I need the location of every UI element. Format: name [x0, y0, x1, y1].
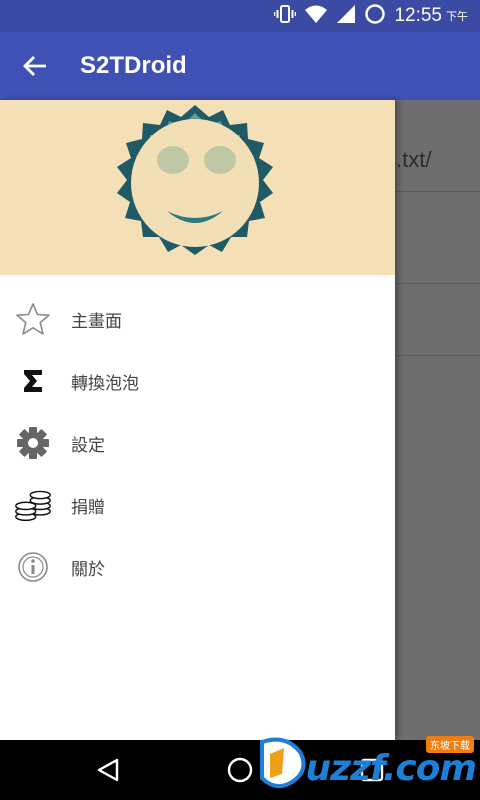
info-icon	[14, 548, 52, 586]
menu-item-label: 設定	[71, 435, 105, 456]
coins-icon	[14, 486, 52, 524]
watermark-logo-icon	[259, 737, 306, 789]
home-circle-icon	[227, 757, 253, 783]
menu-item-label: 捐贈	[71, 497, 105, 518]
nav-home-button[interactable]	[224, 754, 256, 786]
navigation-drawer: 主畫面 轉換泡泡 設定 捐贈 關於	[0, 100, 395, 740]
menu-item-home[interactable]: 主畫面	[0, 288, 395, 350]
sun-logo-icon	[117, 105, 273, 255]
system-nav-bar: uzzf.com 东坡下载	[0, 736, 480, 800]
back-button[interactable]	[18, 50, 52, 82]
app-bar: S2TDroid	[0, 32, 480, 100]
gear-icon	[14, 424, 52, 462]
menu-item-donate[interactable]: 捐贈	[0, 474, 395, 536]
watermark-badge: 东坡下载	[426, 736, 474, 753]
star-outline-icon	[14, 300, 52, 338]
menu-item-convert-bubble[interactable]: 轉換泡泡	[0, 350, 395, 412]
status-icons: 12:55 下午	[274, 0, 468, 32]
signal-icon	[336, 4, 356, 28]
drawer-menu: 主畫面 轉換泡泡 設定 捐贈 關於	[0, 288, 395, 598]
sigma-icon	[14, 362, 52, 400]
menu-item-label: 轉換泡泡	[71, 373, 139, 394]
vibrate-icon	[274, 4, 297, 28]
menu-item-label: 關於	[71, 559, 105, 580]
arrow-back-icon	[23, 56, 46, 76]
watermark: uzzf.com 东坡下载	[256, 734, 477, 792]
back-triangle-icon	[97, 758, 119, 782]
app-title: S2TDroid	[80, 52, 187, 79]
nav-back-button[interactable]	[92, 754, 124, 786]
menu-item-settings[interactable]: 設定	[0, 412, 395, 474]
wifi-icon	[304, 4, 328, 28]
menu-item-label: 主畫面	[71, 311, 122, 332]
file-path-text: .txt/	[396, 147, 432, 172]
sync-icon	[364, 3, 386, 29]
status-time: 12:55	[394, 5, 442, 26]
status-ampm: 下午	[446, 10, 468, 23]
drawer-header	[0, 100, 395, 275]
menu-item-about[interactable]: 關於	[0, 536, 395, 598]
status-bar: 12:55 下午	[0, 0, 480, 32]
